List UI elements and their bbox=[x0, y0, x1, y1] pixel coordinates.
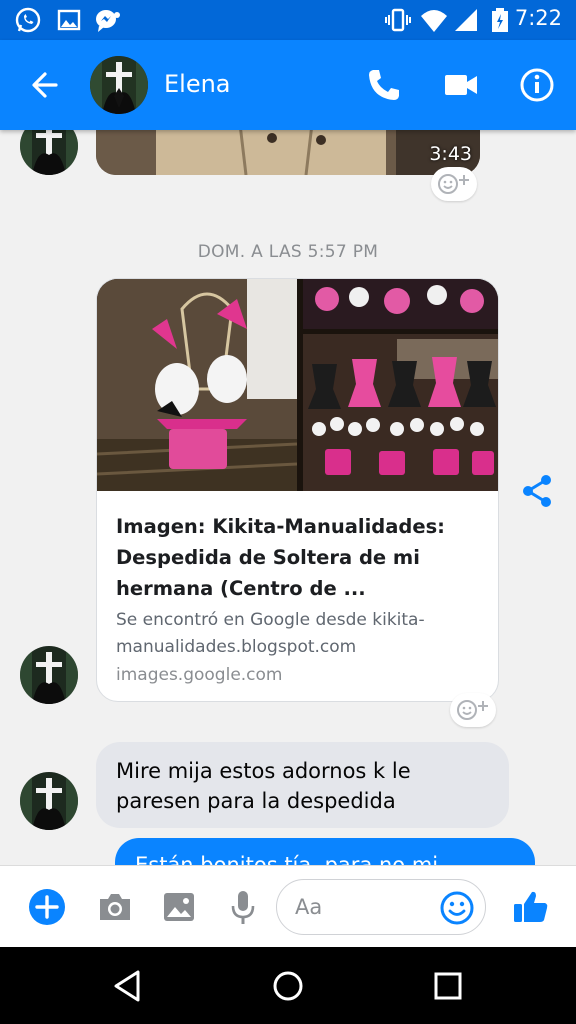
cell-signal-icon bbox=[452, 6, 480, 34]
incoming-message-bubble[interactable]: Mire mija estos adornos k le paresen par… bbox=[96, 742, 509, 828]
link-domain: images.google.com bbox=[116, 665, 283, 685]
message-input[interactable] bbox=[295, 892, 435, 922]
add-icon[interactable] bbox=[26, 886, 68, 928]
home-nav-icon[interactable] bbox=[268, 966, 308, 1006]
contact-name[interactable]: Elena bbox=[164, 70, 231, 98]
status-bar: 7:22 bbox=[0, 0, 576, 40]
message-composer bbox=[0, 865, 576, 947]
add-reaction-button[interactable] bbox=[450, 693, 496, 727]
whatsapp-icon bbox=[14, 6, 42, 34]
phone-icon[interactable] bbox=[363, 64, 405, 106]
back-arrow-icon[interactable] bbox=[26, 66, 64, 104]
video-duration: 3:43 bbox=[429, 143, 472, 165]
emoji-icon[interactable] bbox=[439, 890, 475, 926]
image-notification-icon bbox=[55, 6, 83, 34]
recents-nav-icon[interactable] bbox=[428, 966, 468, 1006]
outgoing-message-bubble[interactable]: Están bonitos tía, para no mi bbox=[115, 838, 535, 865]
message-list[interactable]: 3:43 DOM. A LAS 5:57 PM Imagen: Kikita-M… bbox=[0, 130, 576, 865]
vibrate-icon bbox=[384, 6, 412, 34]
battery-icon bbox=[486, 6, 514, 34]
share-icon[interactable] bbox=[519, 472, 557, 510]
system-navigation-bar bbox=[0, 947, 576, 1024]
sender-avatar[interactable] bbox=[20, 646, 78, 704]
sender-avatar[interactable] bbox=[20, 130, 78, 175]
wifi-icon bbox=[420, 6, 448, 34]
add-reaction-button[interactable] bbox=[431, 167, 477, 201]
microphone-icon[interactable] bbox=[222, 886, 264, 928]
video-call-icon[interactable] bbox=[440, 64, 482, 106]
like-icon[interactable] bbox=[510, 886, 552, 928]
camera-icon[interactable] bbox=[94, 886, 136, 928]
video-message[interactable]: 3:43 bbox=[96, 130, 480, 175]
link-preview-card[interactable]: Imagen: Kikita-Manualidades: Despedida d… bbox=[96, 278, 499, 702]
sender-avatar[interactable] bbox=[20, 772, 78, 830]
status-time: 7:22 bbox=[514, 6, 562, 30]
messenger-screen: 7:22 Elena 3:43 DOM. A LAS 5:57 PM Image… bbox=[0, 0, 576, 1024]
link-title[interactable]: Imagen: Kikita-Manualidades: Despedida d… bbox=[116, 511, 486, 604]
contact-avatar[interactable] bbox=[90, 56, 148, 114]
conversation-header: Elena bbox=[0, 40, 576, 130]
gallery-icon[interactable] bbox=[158, 886, 200, 928]
message-input-field[interactable] bbox=[276, 879, 486, 935]
link-description: Se encontró en Google desde kikita-manua… bbox=[116, 610, 425, 657]
message-timestamp: DOM. A LAS 5:57 PM bbox=[197, 242, 379, 262]
messenger-notification-icon bbox=[93, 6, 121, 34]
back-nav-icon[interactable] bbox=[108, 966, 148, 1006]
link-preview-image[interactable] bbox=[97, 279, 498, 491]
info-icon[interactable] bbox=[516, 64, 558, 106]
